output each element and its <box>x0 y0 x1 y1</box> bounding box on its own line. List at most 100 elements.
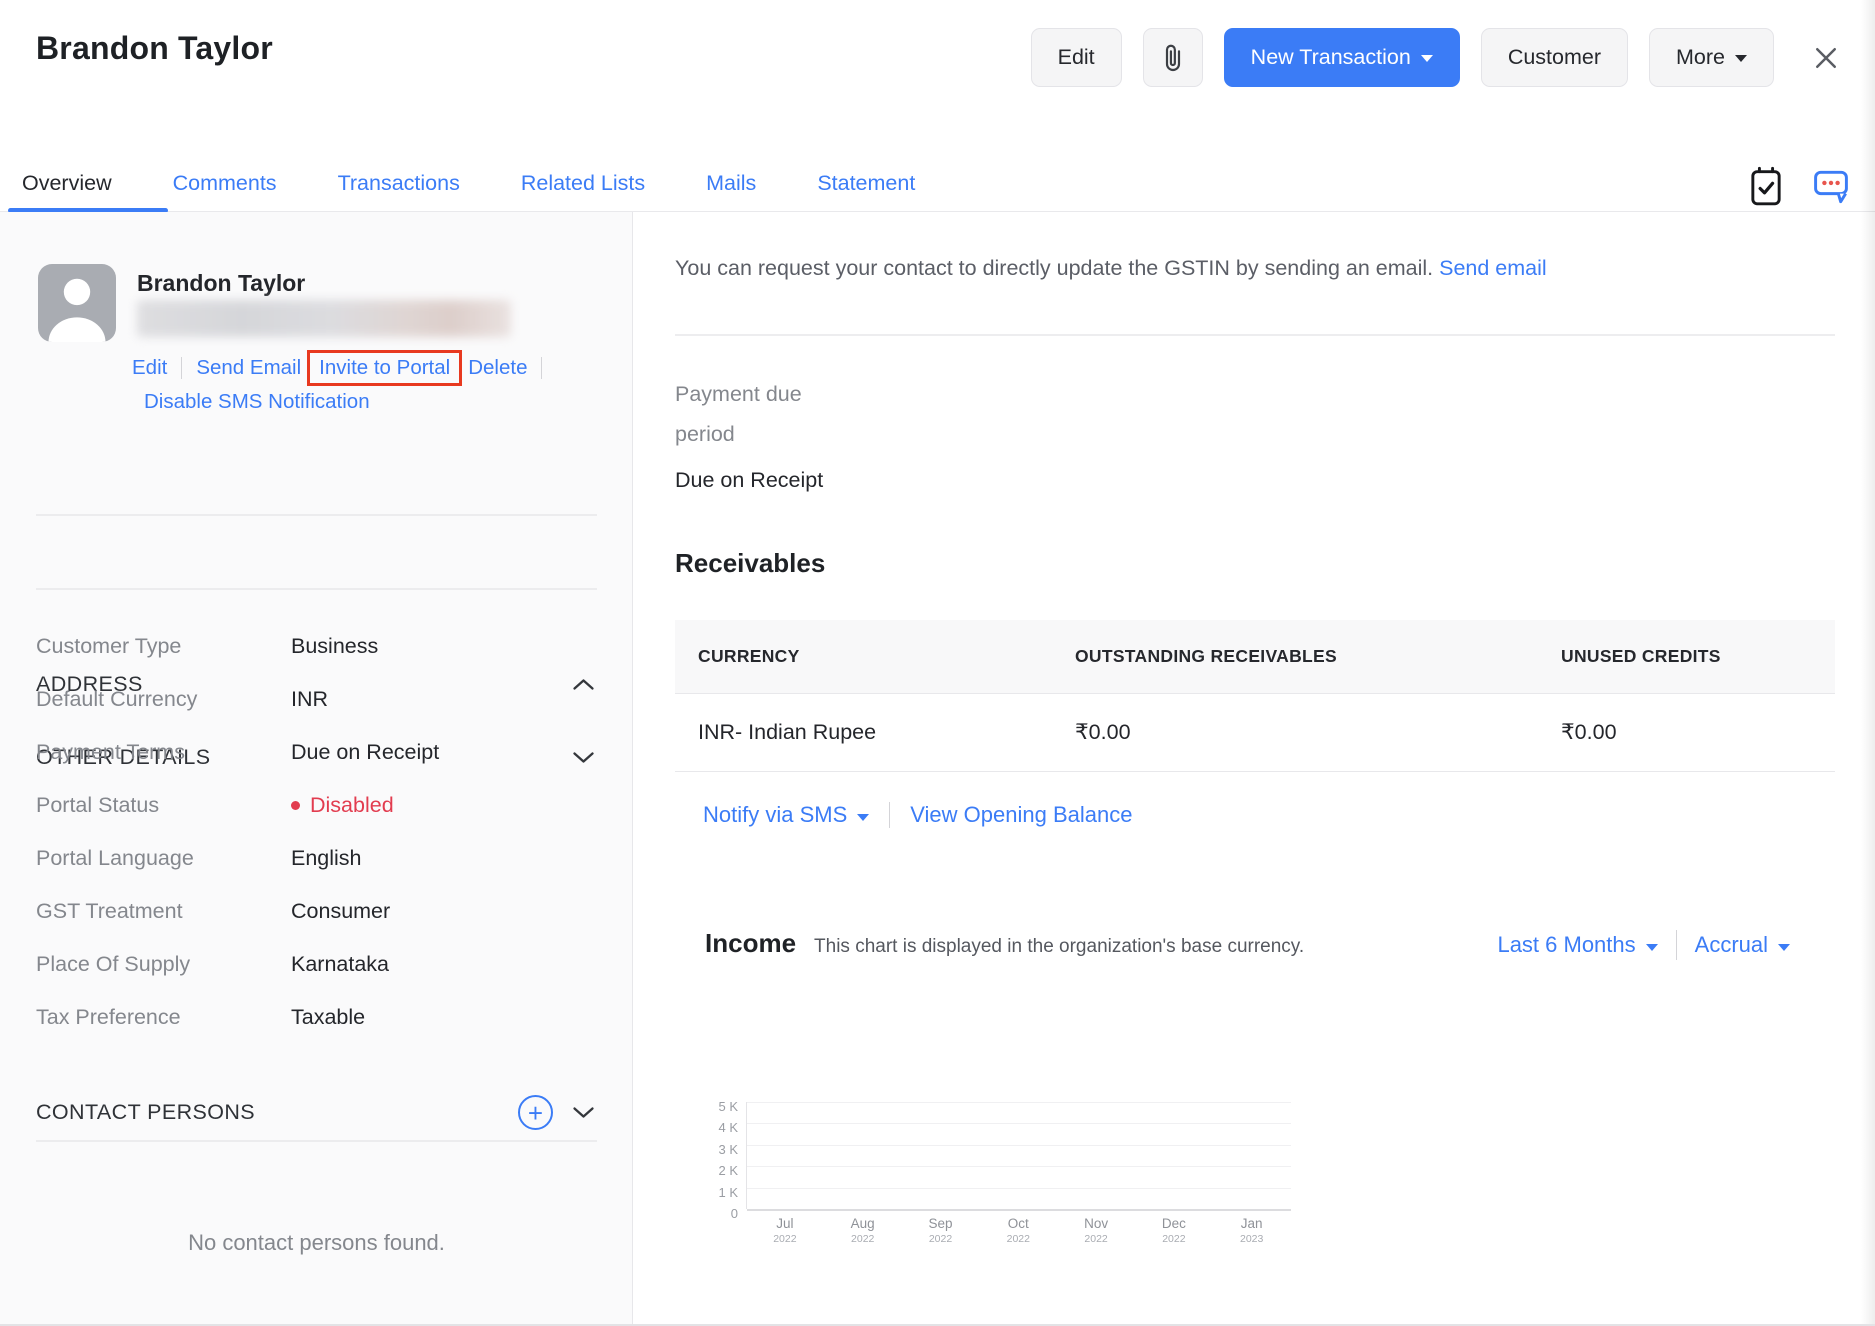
chart-x-tick-label: Jan2023 <box>1213 1216 1291 1245</box>
chart-gridline <box>747 1188 1291 1189</box>
chevron-down-icon[interactable] <box>572 1106 595 1119</box>
detail-label: Payment Terms <box>36 740 291 765</box>
accounting-basis-dropdown[interactable]: Accrual <box>1695 932 1790 958</box>
chart-x-tick-label: Nov2022 <box>1057 1216 1135 1245</box>
table-body: INR- Indian Rupee₹0.00₹0.00 <box>675 693 1835 771</box>
add-contact-person-button[interactable]: + <box>518 1095 553 1130</box>
chart-y-tick-label: 3 K <box>678 1142 738 1157</box>
detail-label: GST Treatment <box>36 899 291 924</box>
contact-delete-link[interactable]: Delete <box>468 356 527 380</box>
tab-related-lists[interactable]: Related Lists <box>521 171 645 196</box>
edit-button[interactable]: Edit <box>1031 28 1122 87</box>
contact-detail-page: Brandon Taylor Edit New Transaction Cust… <box>0 0 1875 1326</box>
paperclip-icon <box>1160 43 1186 73</box>
tab-comments[interactable]: Comments <box>173 171 277 196</box>
detail-row: Portal LanguageEnglish <box>0 832 633 885</box>
divider <box>36 514 597 516</box>
income-note: This chart is displayed in the organizat… <box>814 936 1304 958</box>
tab-statement[interactable]: Statement <box>817 171 915 196</box>
divider <box>541 357 542 379</box>
header: Brandon Taylor Edit New Transaction Cust… <box>0 0 1875 155</box>
attachment-button[interactable] <box>1143 28 1203 87</box>
invite-to-portal-link[interactable]: Invite to Portal <box>319 356 450 379</box>
detail-value: Disabled <box>291 793 394 818</box>
chart-gridline <box>747 1209 1291 1211</box>
chart-gridline <box>747 1166 1291 1167</box>
detail-row: Payment TermsDue on Receipt <box>0 726 633 779</box>
divider <box>181 357 182 379</box>
divider <box>675 334 1835 336</box>
chart-x-tick-label: Sep2022 <box>902 1216 980 1245</box>
page-title: Brandon Taylor <box>36 30 273 67</box>
chart-y-tick-label: 4 K <box>678 1120 738 1135</box>
table-cell: ₹0.00 <box>1538 693 1835 771</box>
tasks-button[interactable] <box>1745 163 1787 211</box>
close-button[interactable] <box>1807 39 1845 77</box>
detail-row: Place Of SupplyKarnataka <box>0 938 633 991</box>
table-header-row: CURRENCYOUTSTANDING RECEIVABLESUNUSED CR… <box>675 620 1835 693</box>
view-opening-balance-link[interactable]: View Opening Balance <box>910 802 1132 828</box>
detail-row: Portal StatusDisabled <box>0 779 633 832</box>
send-email-link[interactable]: Send email <box>1439 256 1547 280</box>
chart-x-tick-label: Dec2022 <box>1135 1216 1213 1245</box>
gstin-message: You can request your contact to directly… <box>675 256 1433 280</box>
detail-row: Customer TypeBusiness <box>0 620 633 673</box>
contact-send-email-link[interactable]: Send Email <box>196 356 301 380</box>
customer-button[interactable]: Customer <box>1481 28 1628 87</box>
detail-value: Taxable <box>291 1005 365 1030</box>
detail-label: Customer Type <box>36 634 291 659</box>
chart-x-tick-label: Jul2022 <box>746 1216 824 1245</box>
plus-icon: + <box>528 1100 543 1126</box>
detail-value: Business <box>291 634 378 659</box>
detail-label: Tax Preference <box>36 1005 291 1030</box>
detail-row: GST TreatmentConsumer <box>0 885 633 938</box>
chevron-down-icon <box>1421 55 1433 62</box>
chart-y-tick-label: 2 K <box>678 1163 738 1178</box>
header-actions: Edit New Transaction Customer More <box>1031 28 1845 87</box>
table-column-header: CURRENCY <box>675 620 1052 693</box>
tabbar-icons <box>1745 163 1853 211</box>
tab-transactions[interactable]: Transactions <box>338 171 460 196</box>
divider <box>36 1140 597 1142</box>
notify-via-sms-link[interactable]: Notify via SMS <box>703 802 869 828</box>
payment-due-label: Payment due period <box>675 374 855 454</box>
tab-mails[interactable]: Mails <box>706 171 756 196</box>
contact-persons-section-header: CONTACT PERSONS + <box>0 1095 633 1130</box>
chevron-down-icon <box>1646 944 1658 951</box>
date-range-dropdown[interactable]: Last 6 Months <box>1497 932 1657 958</box>
detail-value: English <box>291 846 362 871</box>
detail-label: Portal Status <box>36 793 291 818</box>
detail-row: Tax PreferenceTaxable <box>0 991 633 1044</box>
no-contact-persons-text: No contact persons found. <box>0 1230 633 1256</box>
receivables-table: CURRENCYOUTSTANDING RECEIVABLESUNUSED CR… <box>675 620 1835 772</box>
more-button[interactable]: More <box>1649 28 1774 87</box>
contact-persons-section-title: CONTACT PERSONS <box>36 1100 255 1125</box>
chevron-down-icon <box>1735 55 1747 62</box>
chart-x-axis-labels: Jul2022Aug2022Sep2022Oct2022Nov2022Dec20… <box>746 1216 1291 1245</box>
accounting-basis-label: Accrual <box>1695 932 1768 958</box>
details-list: Customer TypeBusinessDefault CurrencyINR… <box>0 620 633 1044</box>
divider <box>36 588 597 590</box>
income-chart: 5 K4 K3 K2 K1 K0 Jul2022Aug2022Sep2022Oc… <box>678 1098 1298 1278</box>
more-label: More <box>1676 45 1725 70</box>
chart-plot-area: 5 K4 K3 K2 K1 K0 <box>746 1102 1291 1209</box>
avatar <box>38 264 116 342</box>
chart-y-tick-label: 0 <box>678 1206 738 1221</box>
invite-highlight-box: Invite to Portal <box>307 350 462 386</box>
tab-overview[interactable]: Overview <box>22 171 112 196</box>
income-header: Income This chart is displayed in the or… <box>675 928 1835 960</box>
tabs: Overview Comments Transactions Related List… <box>22 155 976 211</box>
clipboard-check-icon <box>1747 165 1785 209</box>
status-dot-icon <box>291 801 300 810</box>
contact-edit-link[interactable]: Edit <box>132 356 167 380</box>
redacted-email <box>137 300 511 337</box>
divider <box>889 802 890 828</box>
gstin-banner: You can request your contact to directly… <box>675 256 1547 281</box>
payment-due-value: Due on Receipt <box>675 468 855 493</box>
comments-button[interactable] <box>1809 163 1853 211</box>
disable-sms-link[interactable]: Disable SMS Notification <box>144 390 370 414</box>
new-transaction-button[interactable]: New Transaction <box>1224 28 1460 87</box>
table-column-header: OUTSTANDING RECEIVABLES <box>1052 620 1538 693</box>
detail-value: Due on Receipt <box>291 740 439 765</box>
chevron-down-icon <box>857 814 869 821</box>
